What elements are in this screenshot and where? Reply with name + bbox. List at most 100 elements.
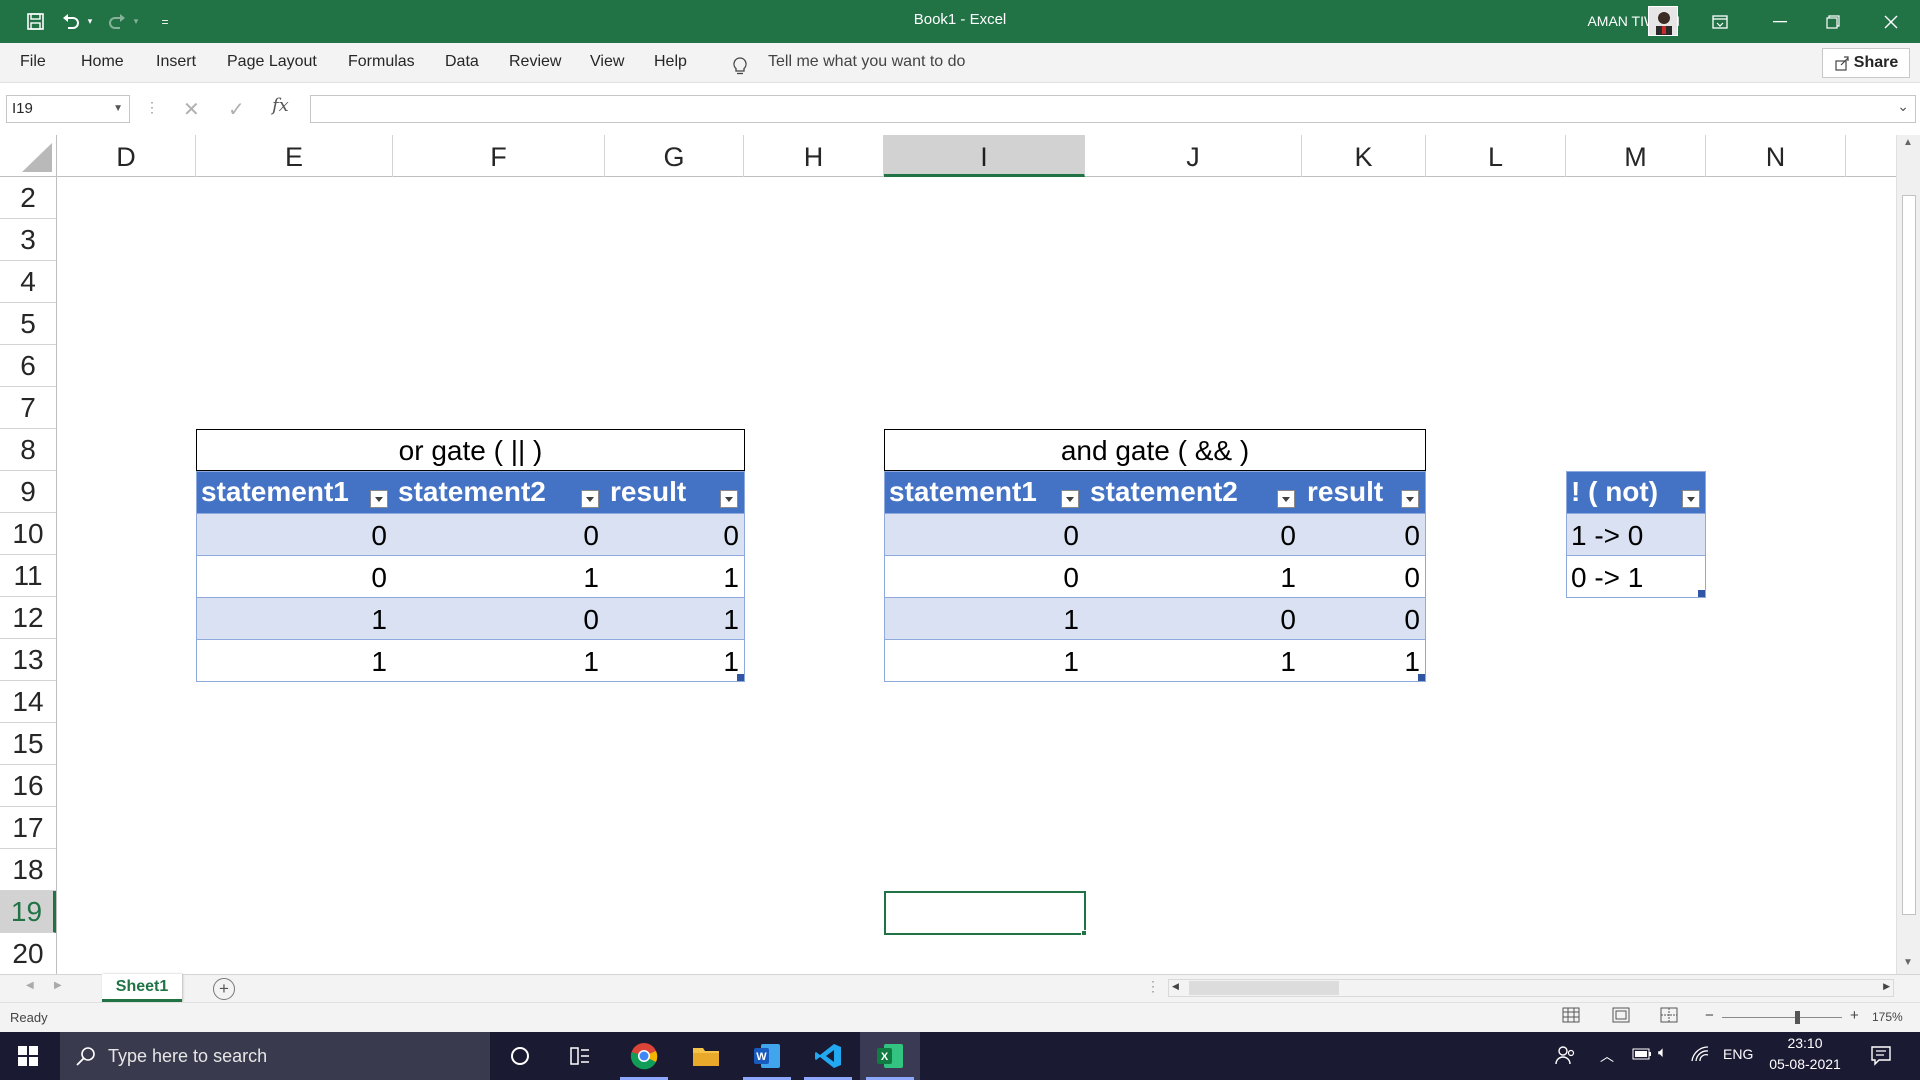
row-header-2[interactable]: 2 xyxy=(0,177,56,219)
or-cell[interactable]: 1 xyxy=(605,598,745,639)
or-gate-title[interactable]: or gate ( || ) xyxy=(196,429,745,471)
share-button[interactable]: Share xyxy=(1822,48,1910,78)
or-header-statement1[interactable]: statement1 xyxy=(196,471,393,513)
expand-formula-bar-icon[interactable]: ⌄ xyxy=(1897,98,1909,115)
or-cell[interactable]: 1 xyxy=(393,640,605,681)
restore-icon[interactable] xyxy=(1810,0,1856,43)
and-cell[interactable]: 0 xyxy=(1302,514,1426,555)
scroll-left-icon[interactable]: ◀ xyxy=(1172,981,1179,992)
and-gate-title[interactable]: and gate ( && ) xyxy=(884,429,1426,471)
filter-dropdown-icon[interactable] xyxy=(581,490,599,508)
prev-sheet-icon[interactable]: ◀ xyxy=(26,980,34,991)
volume-icon[interactable]: 🔈︎ xyxy=(1658,1044,1667,1061)
tab-splitter-icon[interactable]: ⋮ xyxy=(1146,978,1160,995)
taskbar-search-box[interactable]: Type here to search xyxy=(60,1032,490,1080)
column-header-k[interactable]: K xyxy=(1302,135,1426,177)
enter-icon[interactable]: ✓ xyxy=(228,97,245,122)
not-cell[interactable]: 1 -> 0 xyxy=(1566,514,1706,555)
file-explorer-icon[interactable] xyxy=(676,1032,736,1080)
fill-handle[interactable] xyxy=(1081,930,1087,936)
or-cell[interactable]: 0 xyxy=(196,556,393,597)
name-box-dropdown-icon[interactable]: ▼ xyxy=(113,96,123,122)
column-header-e[interactable]: E xyxy=(196,135,393,177)
filter-dropdown-icon[interactable] xyxy=(1061,490,1079,508)
zoom-out-icon[interactable]: − xyxy=(1705,1007,1714,1024)
formula-input[interactable]: ⌄ xyxy=(310,95,1916,123)
wifi-icon[interactable] xyxy=(1690,1045,1710,1068)
sheet-tab-sheet1[interactable]: Sheet1 xyxy=(102,974,182,1002)
and-cell[interactable]: 1 xyxy=(1302,640,1426,681)
undo-icon[interactable] xyxy=(58,0,84,43)
zoom-in-icon[interactable]: + xyxy=(1850,1007,1859,1024)
row-header-8[interactable]: 8 xyxy=(0,429,56,471)
and-cell[interactable]: 1 xyxy=(1085,556,1302,597)
tab-formulas[interactable]: Formulas xyxy=(348,43,415,83)
user-avatar[interactable] xyxy=(1648,6,1678,36)
row-header-16[interactable]: 16 xyxy=(0,765,56,807)
or-cell[interactable]: 1 xyxy=(605,556,745,597)
or-cell[interactable]: 0 xyxy=(605,514,745,555)
page-layout-view-icon[interactable] xyxy=(1612,1007,1634,1027)
column-header-i[interactable]: I xyxy=(884,135,1085,177)
tab-view[interactable]: View xyxy=(590,43,624,83)
undo-dropdown-icon[interactable]: ▾ xyxy=(84,0,96,43)
column-header-f[interactable]: F xyxy=(393,135,605,177)
and-header-statement2[interactable]: statement2 xyxy=(1085,471,1302,513)
row-header-5[interactable]: 5 xyxy=(0,303,56,345)
and-header-statement1[interactable]: statement1 xyxy=(884,471,1085,513)
horizontal-scroll-thumb[interactable] xyxy=(1189,981,1339,995)
filter-dropdown-icon[interactable] xyxy=(1682,490,1700,508)
and-cell[interactable]: 0 xyxy=(884,514,1085,555)
row-header-11[interactable]: 11 xyxy=(0,555,56,597)
clock-date[interactable]: 05-08-2021 xyxy=(1764,1056,1846,1072)
or-cell[interactable]: 0 xyxy=(393,598,605,639)
row-header-20[interactable]: 20 xyxy=(0,933,56,974)
battery-icon[interactable] xyxy=(1632,1047,1652,1065)
clock-time[interactable]: 23:10 xyxy=(1768,1035,1842,1051)
tab-home[interactable]: Home xyxy=(81,43,124,83)
and-cell[interactable]: 1 xyxy=(884,598,1085,639)
not-cell[interactable]: 0 -> 1 xyxy=(1566,556,1706,597)
page-break-preview-icon[interactable] xyxy=(1660,1007,1682,1027)
or-cell[interactable]: 1 xyxy=(196,640,393,681)
scroll-down-icon[interactable]: ▼ xyxy=(1903,957,1913,968)
or-cell[interactable]: 0 xyxy=(196,514,393,555)
vscode-icon[interactable] xyxy=(798,1032,858,1080)
redo-dropdown-icon[interactable]: ▾ xyxy=(130,0,142,43)
column-header-l[interactable]: L xyxy=(1426,135,1566,177)
normal-view-icon[interactable] xyxy=(1562,1007,1584,1027)
or-cell[interactable]: 1 xyxy=(393,556,605,597)
and-cell[interactable]: 0 xyxy=(1302,598,1426,639)
tell-me-search[interactable]: Tell me what you want to do xyxy=(768,43,965,83)
row-header-13[interactable]: 13 xyxy=(0,639,56,681)
row-header-14[interactable]: 14 xyxy=(0,681,56,723)
row-header-6[interactable]: 6 xyxy=(0,345,56,387)
column-header-h[interactable]: H xyxy=(744,135,884,177)
row-header-12[interactable]: 12 xyxy=(0,597,56,639)
tab-data[interactable]: Data xyxy=(445,43,479,83)
insert-function-icon[interactable]: fx xyxy=(272,95,289,116)
next-sheet-icon[interactable]: ▶ xyxy=(54,980,62,991)
redo-icon[interactable] xyxy=(104,0,130,43)
row-header-15[interactable]: 15 xyxy=(0,723,56,765)
ribbon-display-options-icon[interactable] xyxy=(1702,0,1738,43)
or-header-statement2[interactable]: statement2 xyxy=(393,471,605,513)
minimize-icon[interactable] xyxy=(1757,0,1803,43)
zoom-slider-track[interactable] xyxy=(1722,1017,1842,1018)
input-language[interactable]: ENG xyxy=(1723,1046,1753,1062)
vertical-scrollbar[interactable]: ▲ ▼ xyxy=(1896,135,1920,974)
tab-page-layout[interactable]: Page Layout xyxy=(227,43,317,83)
windows-start-icon[interactable] xyxy=(0,1032,56,1080)
or-cell[interactable]: 1 xyxy=(605,640,745,681)
excel-icon[interactable]: X xyxy=(860,1032,920,1080)
and-cell[interactable]: 0 xyxy=(1085,514,1302,555)
filter-dropdown-icon[interactable] xyxy=(370,490,388,508)
save-icon[interactable] xyxy=(22,0,48,43)
column-header-j[interactable]: J xyxy=(1085,135,1302,177)
column-header-g[interactable]: G xyxy=(605,135,744,177)
selected-cell[interactable] xyxy=(884,891,1086,935)
and-cell[interactable]: 0 xyxy=(1085,598,1302,639)
row-header-4[interactable]: 4 xyxy=(0,261,56,303)
and-cell[interactable]: 1 xyxy=(884,640,1085,681)
word-icon[interactable]: W xyxy=(737,1032,797,1080)
